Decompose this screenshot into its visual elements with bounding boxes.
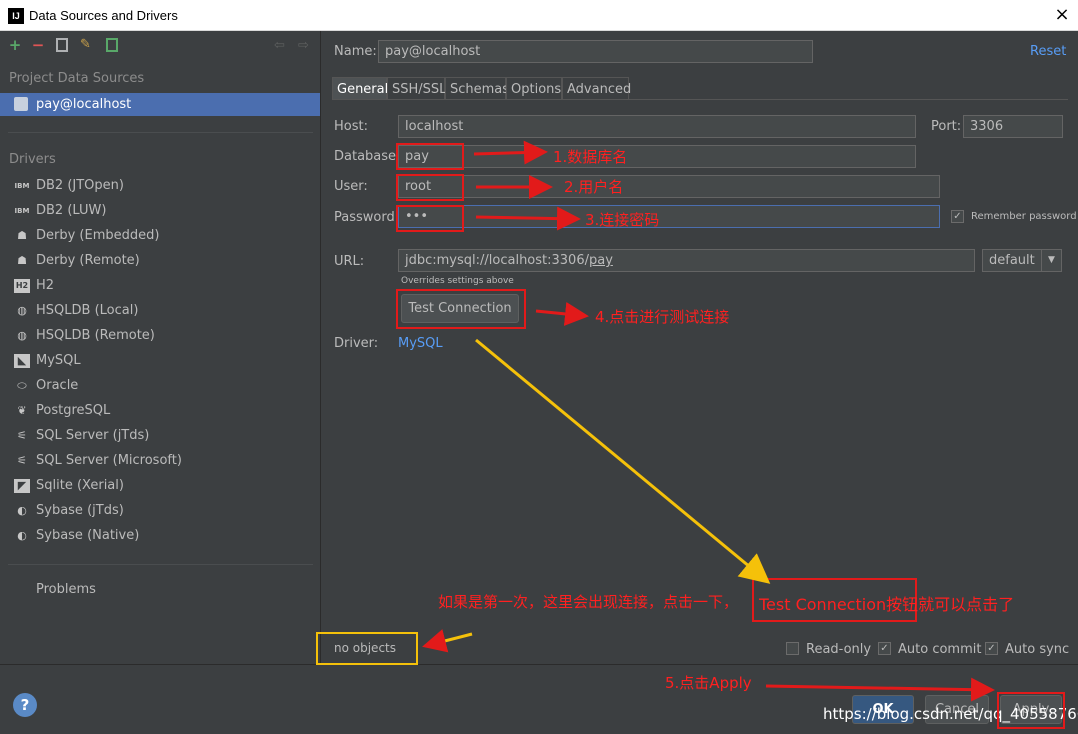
arrow-password bbox=[475, 206, 581, 231]
arrow-database bbox=[473, 140, 548, 165]
annotation-note-button-text: Test Connection按钮就可以点击了 bbox=[759, 591, 1014, 615]
note-prefix: 如果是第一次，这里会出现连接，点击一下， bbox=[438, 593, 739, 611]
annotation-password: 3.连接密码 bbox=[585, 211, 660, 229]
annotation-database: 1.数据库名 bbox=[553, 148, 628, 166]
annotation-note: 如果是第一次，这里会出现连接，点击一下， bbox=[438, 591, 738, 612]
note-button: Test Connection bbox=[759, 595, 887, 614]
arrow-note bbox=[475, 338, 771, 584]
arrow-no-objects bbox=[422, 629, 473, 653]
note-suffix: 按钮就可以点击了 bbox=[886, 595, 1015, 614]
annotation-test: 4.点击进行测试连接 bbox=[595, 308, 730, 326]
arrow-test-connection bbox=[535, 301, 589, 326]
annotation-user: 2.用户名 bbox=[564, 178, 624, 196]
annotation-apply: 5.点击Apply bbox=[665, 674, 752, 692]
arrow-apply bbox=[765, 677, 995, 702]
annotation-arrows bbox=[422, 140, 995, 702]
